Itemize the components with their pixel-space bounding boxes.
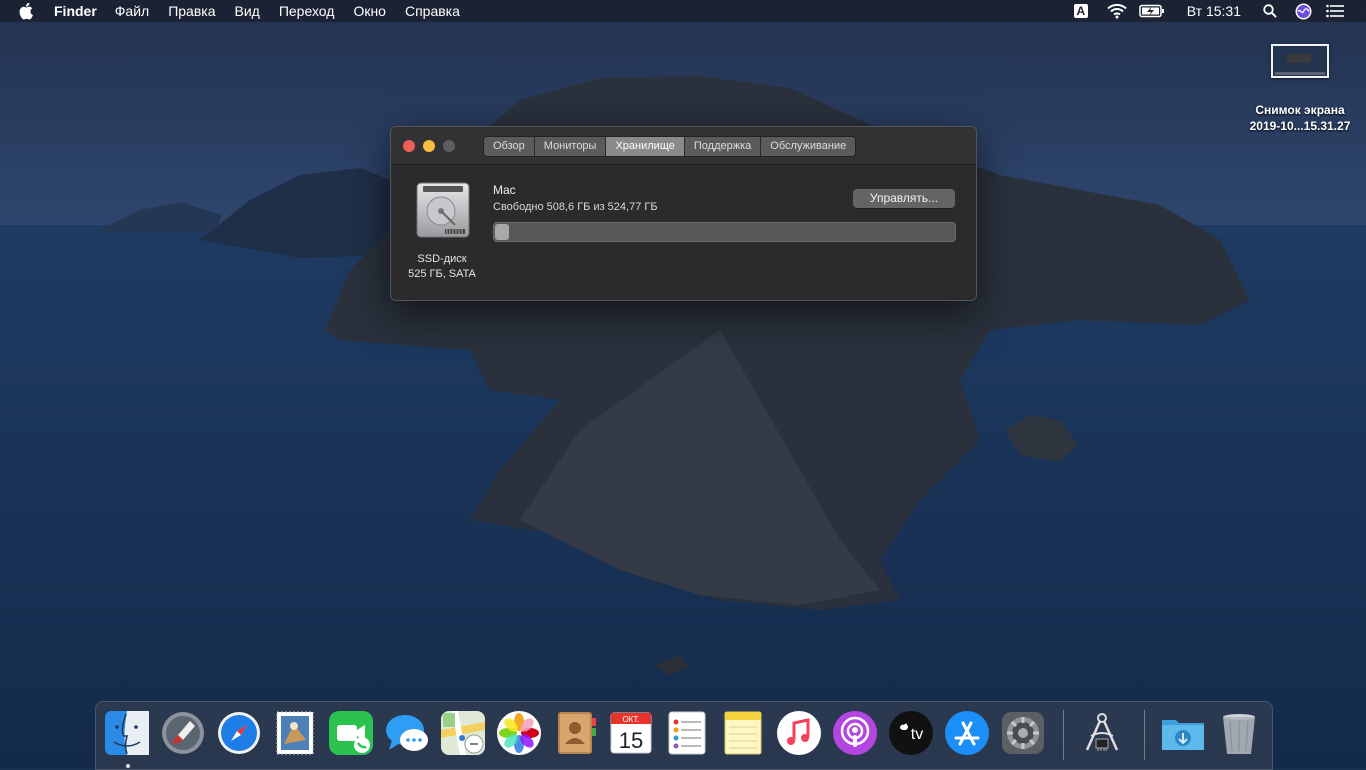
volume-free-space: Свободно 508,6 ГБ из 524,77 ГБ xyxy=(493,201,658,213)
tv-label: tv xyxy=(911,726,923,743)
storage-used-segment xyxy=(495,224,509,240)
manage-button[interactable]: Управлять... xyxy=(853,189,955,208)
disk-caption: SSD-диск 525 ГБ, SATA xyxy=(391,252,493,282)
dock-launchpad-icon[interactable] xyxy=(160,710,206,756)
dock-reminders-icon[interactable] xyxy=(664,710,710,756)
dock-notes-icon[interactable] xyxy=(720,710,766,756)
menu-bar: Finder Файл Правка Вид Переход Окно Спра… xyxy=(0,0,1366,22)
tab-service[interactable]: Обслуживание xyxy=(761,137,856,156)
calendar-month-label: ОКТ. xyxy=(622,715,639,724)
menu-app-name[interactable]: Finder xyxy=(54,3,97,19)
calendar-day-label: 15 xyxy=(619,728,643,753)
menu-edit[interactable]: Правка xyxy=(168,3,215,19)
window-zoom-button[interactable] xyxy=(443,140,455,152)
dock-downloads-icon[interactable] xyxy=(1160,710,1206,756)
dock-calendar-icon[interactable]: ОКТ. 15 xyxy=(608,710,654,756)
desktop-screenshot-file[interactable]: Снимок экрана 2019-10...15.31.27 xyxy=(1240,44,1360,134)
screenshot-thumbnail-icon xyxy=(1271,44,1329,78)
dock-messages-icon[interactable] xyxy=(384,710,430,756)
tab-displays[interactable]: Мониторы xyxy=(534,137,607,156)
dock-tv-icon[interactable]: tv xyxy=(888,710,934,756)
window-minimize-button[interactable] xyxy=(423,140,435,152)
dock-maps-icon[interactable] xyxy=(440,710,486,756)
dock-trash-icon[interactable] xyxy=(1216,710,1262,756)
dock-separator xyxy=(1144,710,1145,760)
menu-clock[interactable]: Вт 15:31 xyxy=(1187,3,1241,19)
menu-file[interactable]: Файл xyxy=(115,3,149,19)
hard-drive-icon xyxy=(415,181,471,241)
about-this-mac-window: Обзор Мониторы Хранилище Поддержка Обслу… xyxy=(390,126,977,301)
menu-help[interactable]: Справка xyxy=(405,3,460,19)
wifi-icon[interactable] xyxy=(1107,3,1127,19)
desktop-wallpaper xyxy=(0,0,1366,768)
dock-system-preferences-icon[interactable] xyxy=(1000,710,1046,756)
dock-separator xyxy=(1063,710,1064,760)
menu-go[interactable]: Переход xyxy=(279,3,335,19)
battery-icon[interactable] xyxy=(1139,4,1165,18)
siri-icon[interactable] xyxy=(1295,3,1312,20)
dock-app-store-icon[interactable] xyxy=(944,710,990,756)
window-titlebar[interactable]: Обзор Мониторы Хранилище Поддержка Обслу… xyxy=(391,127,976,165)
dock-system-information-icon[interactable] xyxy=(1079,710,1125,756)
dock-finder-icon[interactable] xyxy=(104,710,150,756)
storage-usage-bar xyxy=(493,222,956,242)
tab-support[interactable]: Поддержка xyxy=(684,137,762,156)
dock-music-icon[interactable] xyxy=(776,710,822,756)
dock: ОКТ. 15 tv xyxy=(95,701,1273,770)
dock-contacts-icon[interactable] xyxy=(552,710,598,756)
tab-storage[interactable]: Хранилище xyxy=(606,137,685,156)
dock-photos-icon[interactable] xyxy=(496,710,542,756)
spotlight-icon[interactable] xyxy=(1263,4,1277,18)
desktop-file-name-line2: 2019-10...15.31.27 xyxy=(1249,119,1351,133)
apple-icon[interactable] xyxy=(18,2,36,20)
dock-safari-icon[interactable] xyxy=(216,710,262,756)
dock-facetime-icon[interactable] xyxy=(328,710,374,756)
window-tab-bar: Обзор Мониторы Хранилище Поддержка Обслу… xyxy=(483,136,857,157)
desktop-file-name-line1: Снимок экрана xyxy=(1255,103,1345,117)
tab-overview[interactable]: Обзор xyxy=(484,137,535,156)
finder-running-indicator xyxy=(126,764,130,768)
input-source-icon[interactable]: A xyxy=(1073,4,1088,18)
dock-podcasts-icon[interactable] xyxy=(832,710,878,756)
menu-extras: A Вт 15:31 xyxy=(1073,0,1366,22)
disk-type: SSD-диск xyxy=(417,253,467,265)
window-close-button[interactable] xyxy=(403,140,415,152)
menu-view[interactable]: Вид xyxy=(235,3,260,19)
desktop-file-name: Снимок экрана 2019-10...15.31.27 xyxy=(1240,102,1360,134)
dock-mail-icon[interactable] xyxy=(272,710,318,756)
menu-window[interactable]: Окно xyxy=(353,3,386,19)
volume-name: Mac xyxy=(493,183,516,197)
notification-center-icon[interactable] xyxy=(1326,4,1344,18)
disk-spec: 525 ГБ, SATA xyxy=(408,268,476,280)
